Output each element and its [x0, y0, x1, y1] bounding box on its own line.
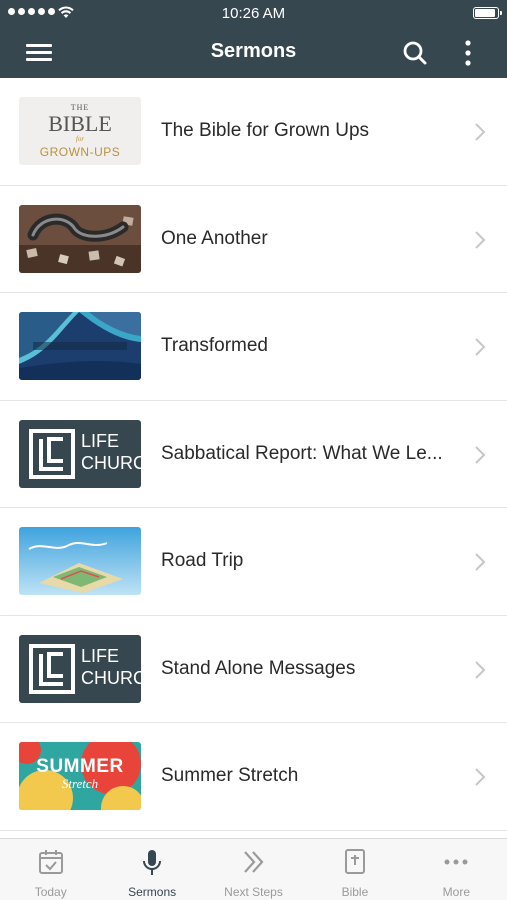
tab-label: Sermons [128, 885, 177, 899]
chevron-right-icon [475, 768, 486, 786]
life-church-logo [29, 428, 75, 479]
thumb-text: LIFECHURCH [81, 430, 141, 473]
tab-today[interactable]: Today [0, 839, 101, 900]
status-bar: 10:26 AM [0, 0, 507, 28]
series-thumbnail [19, 204, 141, 273]
status-time: 10:26 AM [221, 5, 286, 22]
thumb-text: GROWN-UPS [39, 145, 121, 159]
sermon-title: The Bible for Grown Ups [161, 120, 370, 141]
sermon-title: Road Trip [161, 550, 244, 571]
list-item[interactable]: SUMMER Stretch Summer Stretch [0, 723, 507, 831]
thumb-text: BIBLE [48, 111, 112, 136]
tab-label: Today [34, 885, 67, 899]
sermon-title: Transformed [161, 335, 268, 356]
tab-bible[interactable]: Bible [304, 839, 405, 900]
tab-label: Bible [341, 885, 369, 899]
list-item[interactable]: THE BIBLE for GROWN-UPS The Bible for Gr… [0, 78, 507, 186]
more-vertical-icon[interactable] [456, 38, 480, 68]
battery-icon [473, 7, 502, 19]
chevron-right-icon [475, 660, 486, 679]
series-thumbnail: THE BIBLE for GROWN-UPS [19, 97, 141, 165]
tab-label: More [442, 885, 470, 899]
thumb-text: LIFECHURCH [81, 645, 141, 688]
thumb-text: SUMMER [36, 756, 124, 777]
search-icon[interactable] [400, 38, 430, 68]
list-item[interactable]: LIFECHURCH Sabbatical Report: What We Le… [0, 401, 507, 508]
double-chevron-icon [243, 851, 263, 873]
nav-bar: Sermons [0, 28, 507, 78]
sermon-title: Stand Alone Messages [161, 657, 356, 679]
series-thumbnail: SUMMER Stretch [19, 742, 141, 810]
list-item[interactable]: Road Trip [0, 508, 507, 616]
calendar-icon [38, 850, 63, 874]
tab-bar: Today Sermons Next Steps Bible More [0, 838, 507, 900]
tab-label: Next Steps [224, 885, 283, 899]
list-item[interactable]: One Another [0, 186, 507, 293]
microphone-icon [143, 850, 162, 875]
tab-next-steps[interactable]: Next Steps [203, 839, 304, 900]
chevron-right-icon [475, 338, 486, 356]
sermon-title: One Another [161, 227, 268, 249]
series-thumbnail: LIFECHURCH [19, 419, 141, 488]
series-thumbnail [19, 312, 141, 380]
list-item[interactable]: LIFECHURCH Stand Alone Messages [0, 616, 507, 723]
thumb-text: Stretch [61, 776, 99, 791]
sermon-list: THE BIBLE for GROWN-UPS The Bible for Gr… [0, 78, 507, 838]
bible-icon [344, 849, 365, 874]
thumb-text: for [75, 135, 85, 143]
sermon-title: Summer Stretch [161, 765, 299, 786]
chevron-right-icon [475, 230, 486, 249]
list-item[interactable]: Transformed [0, 293, 507, 401]
sermon-title: Sabbatical Report: What We Le... [161, 442, 443, 464]
life-church-logo [29, 643, 75, 694]
tab-more[interactable]: More [406, 839, 507, 900]
chevron-right-icon [475, 553, 486, 571]
series-thumbnail: LIFECHURCH [19, 634, 141, 703]
page-title: Sermons [210, 40, 297, 62]
chevron-right-icon [475, 445, 486, 464]
tab-sermons[interactable]: Sermons [101, 839, 202, 900]
chevron-right-icon [475, 123, 486, 141]
series-thumbnail [19, 527, 141, 595]
more-horizontal-icon [444, 859, 468, 865]
